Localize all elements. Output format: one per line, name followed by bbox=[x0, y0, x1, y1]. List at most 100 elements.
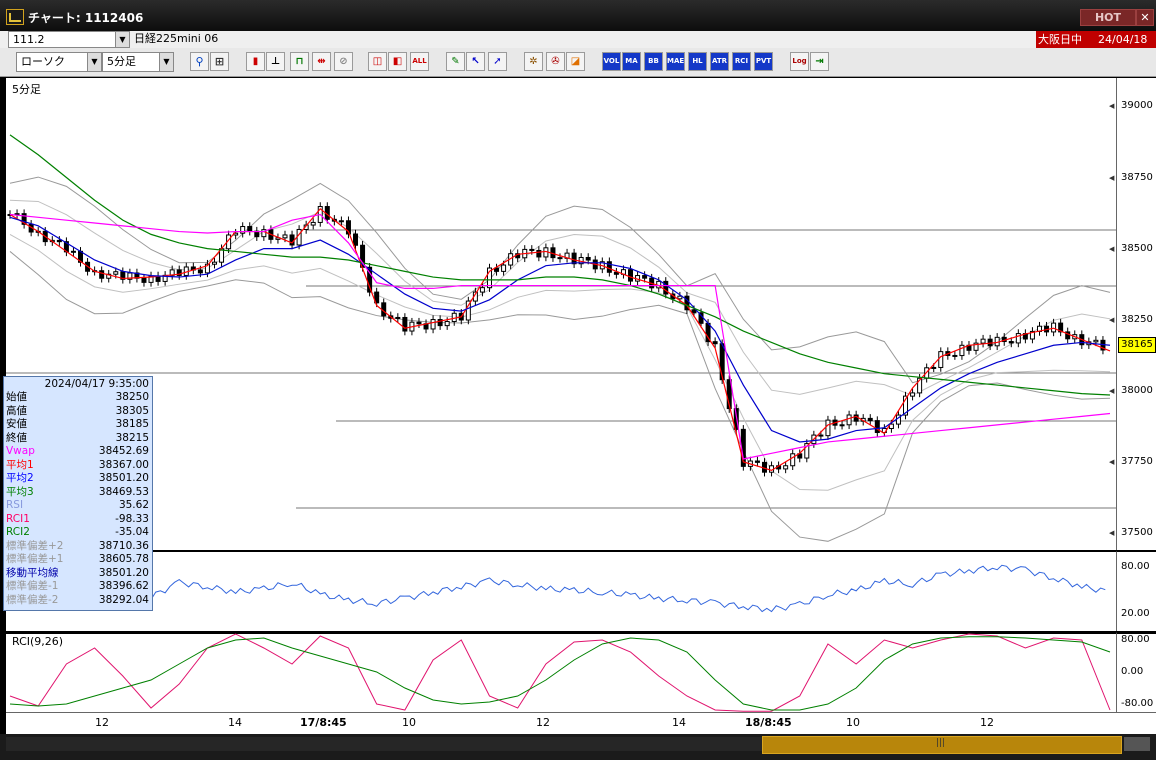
info-value: 38501.20 bbox=[98, 472, 149, 484]
info-value: 38305 bbox=[115, 404, 149, 417]
candle-body bbox=[571, 252, 577, 265]
candle-body bbox=[141, 277, 147, 283]
info-row: 高値 38305 bbox=[4, 405, 152, 417]
export-icon[interactable]: ⇥ bbox=[810, 52, 829, 71]
candle-body bbox=[825, 419, 831, 437]
info-row: RSI 35.62 bbox=[4, 499, 152, 511]
info-key: RCI1 bbox=[6, 512, 30, 525]
series-line-平均3 bbox=[9, 134, 1111, 396]
info-row: 平均2 38501.20 bbox=[4, 472, 152, 484]
box-icon[interactable]: ◫ bbox=[368, 52, 387, 71]
chart-type-select[interactable]: ローソク ▼ bbox=[16, 52, 102, 72]
chevron-down-icon[interactable]: ▼ bbox=[87, 53, 101, 71]
box2-icon[interactable]: ◧ bbox=[388, 52, 407, 71]
candle-body bbox=[867, 417, 873, 422]
rci-button[interactable]: RCI bbox=[732, 52, 751, 71]
tick-arrow-icon: ◀ bbox=[1109, 173, 1115, 182]
candle-body bbox=[353, 233, 359, 246]
cursor-icon[interactable]: ⊞ bbox=[210, 52, 229, 71]
candle-body bbox=[677, 295, 683, 300]
candle-body bbox=[430, 319, 436, 330]
info-row: 移動平均線 38501.20 bbox=[4, 567, 152, 579]
time-tick-label: 18/8:45 bbox=[745, 716, 792, 729]
bar-icon[interactable]: ⊥ bbox=[266, 52, 285, 71]
palette-icon[interactable]: ◪ bbox=[566, 52, 585, 71]
candle-body bbox=[846, 414, 852, 426]
info-key: 標準偏差-1 bbox=[6, 580, 59, 592]
candle-body bbox=[197, 269, 203, 274]
info-value: 38605.78 bbox=[98, 553, 149, 565]
time-tick-label: 10 bbox=[846, 716, 860, 729]
rci-tick-label: 0.00 bbox=[1121, 666, 1144, 677]
chart-app-icon bbox=[6, 9, 24, 25]
info-value: 38396.62 bbox=[98, 580, 149, 592]
grip-icon[interactable]: ||| bbox=[936, 738, 945, 748]
candle-body bbox=[910, 392, 916, 397]
mae-button[interactable]: MAE bbox=[666, 52, 685, 71]
all-button[interactable]: ALL bbox=[410, 52, 429, 71]
rsi-tick-label: 20.00 bbox=[1121, 608, 1150, 620]
candle-body bbox=[642, 275, 648, 279]
info-key: RCI2 bbox=[6, 526, 30, 538]
candle-body bbox=[931, 366, 937, 369]
navigator-scroll-button[interactable] bbox=[1124, 737, 1150, 751]
info-key: Vwap bbox=[6, 445, 35, 457]
info-row: RCI2 -35.04 bbox=[4, 526, 152, 538]
candle-body bbox=[99, 270, 105, 279]
candle-icon[interactable]: ▮ bbox=[246, 52, 265, 71]
atr-button[interactable]: ATR bbox=[710, 52, 729, 71]
arrow-icon[interactable]: ➚ bbox=[488, 52, 507, 71]
candle-body bbox=[501, 264, 507, 272]
time-tick-label: 17/8:45 bbox=[300, 716, 347, 729]
series-line-平均2 bbox=[9, 216, 1111, 443]
candle-body bbox=[606, 261, 612, 273]
split-icon[interactable]: ⇹ bbox=[312, 52, 331, 71]
bb-button[interactable]: BB bbox=[644, 52, 663, 71]
symbol-code-value: 111.2 bbox=[13, 33, 45, 46]
info-value: 38501.20 bbox=[98, 566, 149, 579]
fib-icon[interactable]: ✲ bbox=[524, 52, 543, 71]
info-value: 38469.53 bbox=[98, 485, 149, 498]
rsi-line bbox=[9, 564, 1106, 613]
vol-button[interactable]: VOL bbox=[602, 52, 621, 71]
info-row: 平均1 38367.00 bbox=[4, 459, 152, 471]
rci-line-RCI1 bbox=[9, 633, 1111, 712]
line-icon[interactable]: ⊓ bbox=[290, 52, 309, 71]
select-icon[interactable]: ↖ bbox=[466, 52, 485, 71]
time-tick-label: 12 bbox=[95, 716, 109, 729]
market-session: 大阪日中 bbox=[1038, 33, 1082, 46]
info-value: 38452.69 bbox=[98, 445, 149, 457]
candle-body bbox=[585, 256, 591, 261]
candle-body bbox=[938, 351, 944, 368]
info-row: 安値 38185 bbox=[4, 418, 152, 430]
info-key: 平均2 bbox=[6, 472, 34, 484]
timeframe-select[interactable]: 5分足 ▼ bbox=[102, 52, 174, 72]
draw-icon[interactable]: ✎ bbox=[446, 52, 465, 71]
window-title: チャート: 1112406 bbox=[28, 11, 144, 25]
candle-body bbox=[839, 424, 845, 427]
wrench-icon[interactable]: ✇ bbox=[546, 52, 565, 71]
zoom-icon[interactable]: ⚲ bbox=[190, 52, 209, 71]
bollinger-band-line bbox=[9, 251, 1111, 542]
symbol-code-select[interactable]: 111.2 ▼ bbox=[8, 31, 130, 48]
close-button[interactable]: ✕ bbox=[1136, 9, 1154, 26]
info-row: 終値 38215 bbox=[4, 432, 152, 444]
hl-button[interactable]: HL bbox=[688, 52, 707, 71]
candle-body bbox=[444, 321, 450, 327]
pvt-button[interactable]: PVT bbox=[754, 52, 773, 71]
candle-body bbox=[980, 338, 986, 344]
info-key: 標準偏差-2 bbox=[6, 593, 59, 606]
bollinger-band-line bbox=[9, 176, 1111, 384]
info-key: 移動平均線 bbox=[6, 566, 59, 579]
rci-tick-label: -80.00 bbox=[1121, 698, 1154, 709]
ma-button[interactable]: MA bbox=[622, 52, 641, 71]
candle-body bbox=[691, 309, 697, 314]
stamp-icon[interactable]: ⊘ bbox=[334, 52, 353, 71]
chevron-down-icon[interactable]: ▼ bbox=[159, 53, 173, 71]
hot-button[interactable]: HOT bbox=[1080, 9, 1136, 26]
time-tick-label: 12 bbox=[536, 716, 550, 729]
market-status: 大阪日中 24/04/18 bbox=[1036, 31, 1156, 48]
chevron-down-icon[interactable]: ▼ bbox=[115, 32, 129, 47]
log-button[interactable]: Log bbox=[790, 52, 809, 71]
info-key: 安値 bbox=[6, 418, 27, 430]
